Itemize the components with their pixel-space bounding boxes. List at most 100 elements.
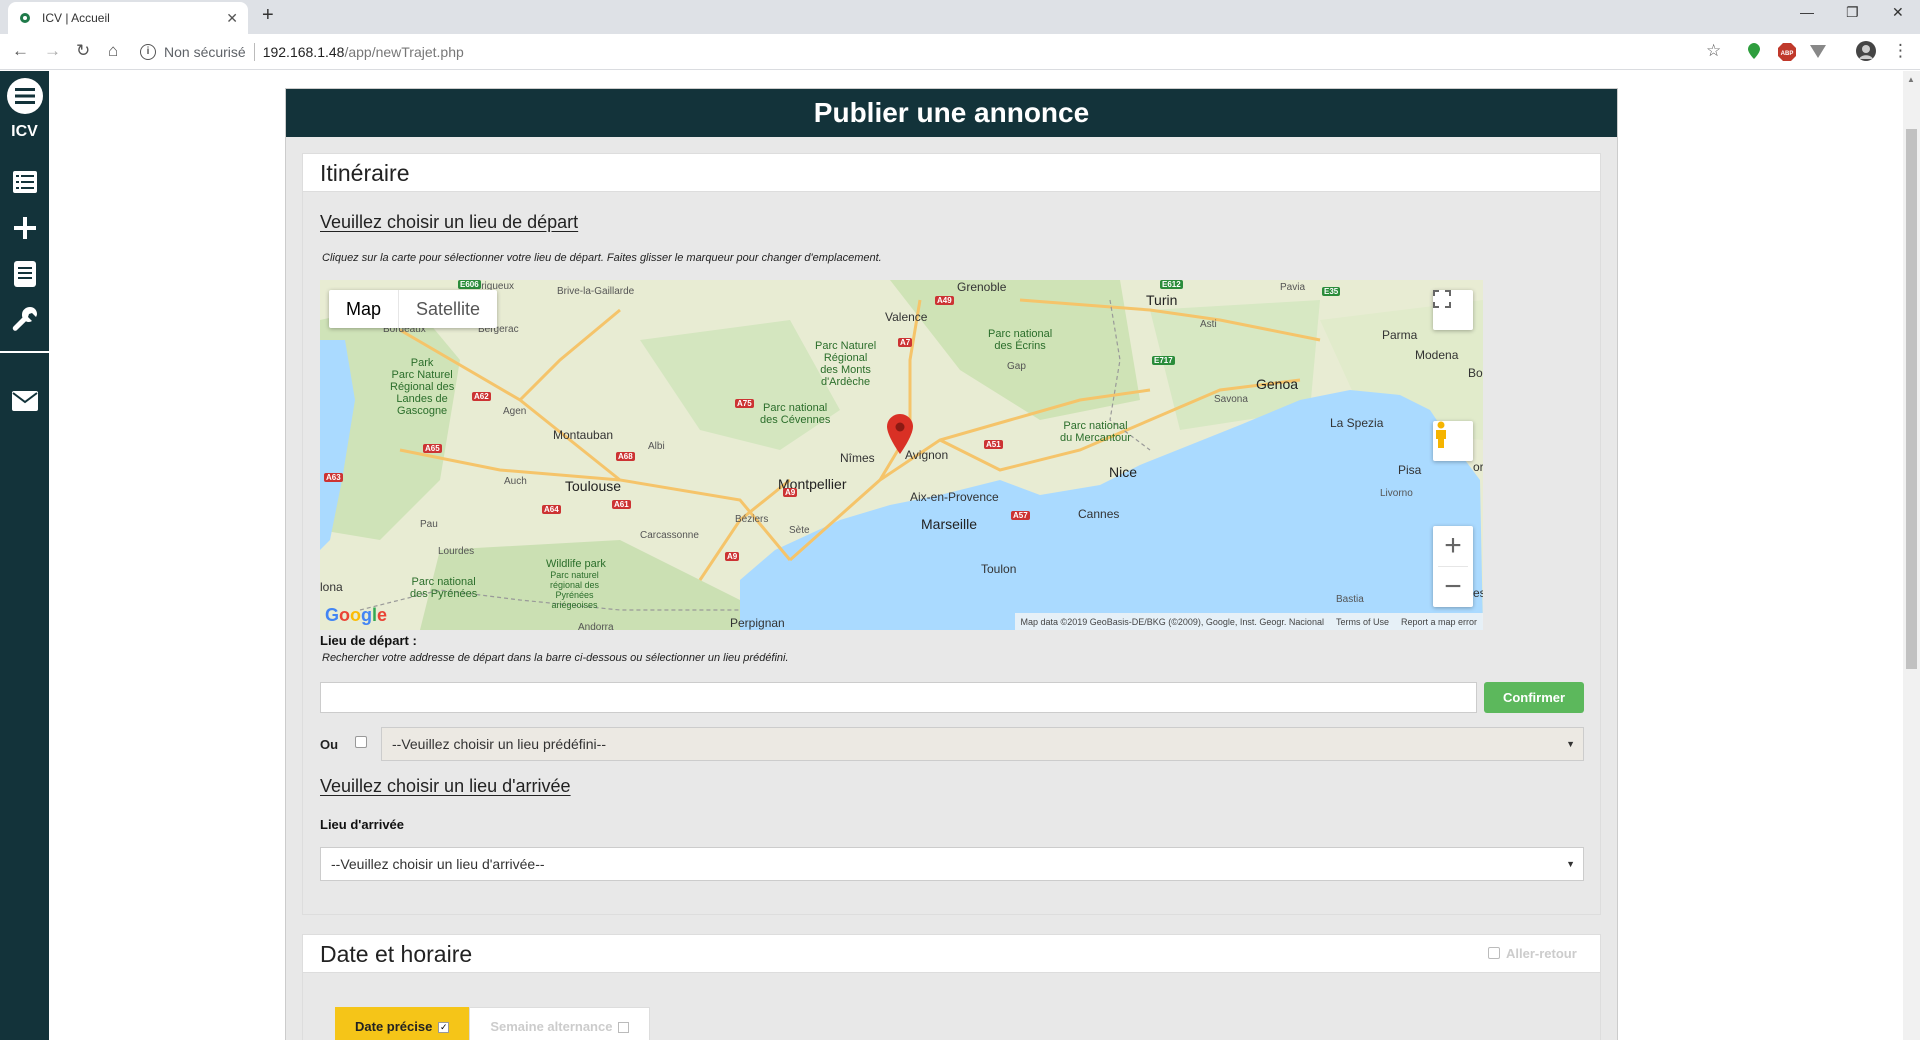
security-label: Non sécurisé xyxy=(164,44,246,60)
tab-alternate-week[interactable]: Semaine alternance xyxy=(469,1007,651,1040)
map-label: Parc national des Cévennes xyxy=(760,402,831,426)
browser-tabbar: ICV | Accueil ✕ + — ❐ ✕ xyxy=(0,0,1920,34)
map-attribution: Map data ©2019 GeoBasis-DE/BKG (©2009), … xyxy=(1014,613,1483,630)
map-label: Albi xyxy=(648,441,665,452)
profile-avatar[interactable] xyxy=(1856,41,1876,66)
sidebar-divider xyxy=(0,351,49,353)
back-icon[interactable]: ← xyxy=(12,41,29,61)
map-label: Turin xyxy=(1146,292,1178,308)
map-type-satellite-button[interactable]: Satellite xyxy=(398,290,497,328)
map-label: Montauban xyxy=(553,428,614,442)
google-logo: Google xyxy=(325,605,388,625)
arrival-section-title: Veuillez choisir un lieu d'arrivée xyxy=(320,776,571,796)
schedule-panel-title: Date et horaire Aller-retour xyxy=(303,935,1600,973)
home-icon[interactable]: ⌂ xyxy=(108,41,118,61)
app-sidebar: ICV xyxy=(0,71,49,1040)
list-icon[interactable] xyxy=(0,171,49,193)
map-label: Nice xyxy=(1109,464,1138,480)
tab-title: ICV | Accueil xyxy=(42,11,110,25)
road-shield: A49 xyxy=(935,296,954,305)
departure-hint: Cliquez sur la carte pour sélectionner v… xyxy=(322,252,882,264)
tab-alternate-week-label: Semaine alternance xyxy=(490,1019,613,1034)
map-label: Savona xyxy=(1214,394,1248,405)
alternate-week-checkbox[interactable] xyxy=(618,1021,630,1033)
tab-exact-date[interactable]: Date précise ✓ xyxy=(335,1007,470,1040)
envelope-icon[interactable] xyxy=(0,391,49,411)
minimize-icon[interactable]: — xyxy=(1800,4,1814,20)
map-label: es xyxy=(1473,586,1483,600)
road-shield: A75 xyxy=(735,399,754,408)
document-icon[interactable] xyxy=(0,261,49,287)
map-canvas[interactable]: Périgueux Brive-la-Gaillarde Bordeaux Be… xyxy=(320,280,1483,630)
schedule-panel-title-text: Date et horaire xyxy=(320,941,473,967)
road-shield: A68 xyxy=(616,452,635,461)
map-label: Parc naturel régional des Pyrénées ariég… xyxy=(550,570,600,610)
extension-v-icon[interactable] xyxy=(1810,43,1826,64)
street-view-pegman-icon[interactable] xyxy=(1433,421,1473,461)
browser-tab[interactable]: ICV | Accueil ✕ xyxy=(8,2,248,34)
arrival-label: Lieu d'arrivée xyxy=(320,817,405,832)
report-error-link[interactable]: Report a map error xyxy=(1401,617,1477,627)
browser-menu-icon[interactable]: ⋮ xyxy=(1892,41,1909,61)
map-label: Parma xyxy=(1382,328,1418,342)
road-shield: A9 xyxy=(725,552,740,561)
departure-search-input[interactable] xyxy=(320,682,1477,713)
terms-link[interactable]: Terms of Use xyxy=(1336,617,1389,627)
map-label: Lourdes xyxy=(438,546,475,557)
info-icon[interactable]: i xyxy=(140,44,156,60)
page-scrollbar[interactable]: ▲ xyxy=(1903,71,1920,1040)
predefined-checkbox[interactable] xyxy=(355,736,367,748)
plus-icon[interactable] xyxy=(0,216,49,240)
road-shield: A57 xyxy=(1011,511,1030,520)
address-bar[interactable]: i Non sécurisé 192.168.1.48 /app/newTraj… xyxy=(140,38,1720,66)
close-window-icon[interactable]: ✕ xyxy=(1892,4,1904,21)
restore-icon[interactable]: ❐ xyxy=(1846,4,1859,21)
tab-close-icon[interactable]: ✕ xyxy=(226,10,238,27)
map-label: Nîmes xyxy=(840,451,875,465)
road-shield: E35 xyxy=(1322,287,1341,296)
exact-date-checkbox[interactable]: ✓ xyxy=(438,1021,450,1033)
confirm-button[interactable]: Confirmer xyxy=(1484,682,1584,713)
scroll-up-icon[interactable]: ▲ xyxy=(1907,75,1915,84)
map-label: Livorno xyxy=(1380,488,1413,499)
map-label: Genoa xyxy=(1256,376,1299,392)
map-label: Bastia xyxy=(1336,594,1364,605)
map-label: Parc national des Écrins xyxy=(988,328,1053,352)
map-label: Wildlife park xyxy=(546,558,606,570)
map-label: Pisa xyxy=(1398,463,1422,477)
zoom-in-button[interactable]: + xyxy=(1433,526,1473,566)
adblock-icon[interactable]: ABP xyxy=(1778,43,1796,66)
map-label: Parc Naturel Régional des Monts d'Ardèch… xyxy=(815,340,877,388)
search-hint: Rechercher votre addresse de départ dans… xyxy=(322,652,789,664)
map-label: Aix-en-Provence xyxy=(910,490,999,504)
app-brand: ICV xyxy=(11,123,38,140)
map-label: Asti xyxy=(1200,319,1217,330)
reload-icon[interactable]: ↻ xyxy=(76,41,90,61)
map-label: Parc national des Pyrénées xyxy=(410,576,478,600)
forward-icon[interactable]: → xyxy=(44,41,61,61)
chevron-down-icon: ▼ xyxy=(1566,739,1575,749)
road-shield: A7 xyxy=(898,338,913,347)
wrench-icon[interactable] xyxy=(0,306,49,332)
fullscreen-icon[interactable] xyxy=(1433,290,1473,330)
map-attribution-text: Map data ©2019 GeoBasis-DE/BKG (©2009), … xyxy=(1020,616,1324,627)
url-host: 192.168.1.48 xyxy=(262,44,345,60)
extension-pin-icon[interactable] xyxy=(1748,43,1760,64)
arrival-location-select[interactable]: --Veuillez choisir un lieu d'arrivée-- ▼ xyxy=(320,847,1584,881)
map-type-map-button[interactable]: Map xyxy=(329,290,398,328)
map-label: Pavia xyxy=(1280,282,1306,293)
map-type-control: Map Satellite xyxy=(329,290,498,328)
predefined-location-select[interactable]: --Veuillez choisir un lieu prédéfini-- ▼ xyxy=(381,727,1584,761)
page-title: Publier une annonce xyxy=(286,89,1617,137)
map-label: Pau xyxy=(420,519,438,530)
bookmark-star-icon[interactable]: ☆ xyxy=(1706,41,1721,61)
map-label: Grenoble xyxy=(957,280,1007,294)
map-label: Agen xyxy=(503,406,527,417)
zoom-out-button[interactable]: − xyxy=(1433,567,1473,607)
menu-icon[interactable] xyxy=(0,77,49,115)
map-label: Toulon xyxy=(981,562,1017,576)
round-trip-checkbox[interactable] xyxy=(1488,947,1500,959)
map-label: Béziers xyxy=(735,514,769,525)
new-tab-icon[interactable]: + xyxy=(262,4,274,27)
scrollbar-thumb[interactable] xyxy=(1906,129,1917,669)
